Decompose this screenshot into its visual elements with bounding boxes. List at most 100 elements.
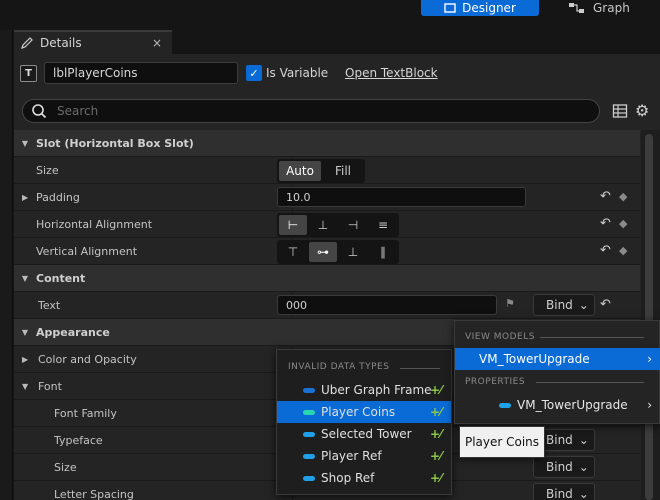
close-icon[interactable]: × (152, 36, 162, 50)
bind-label: Bind (546, 298, 573, 312)
category-title: Appearance (36, 325, 110, 339)
collapsed-arrow-icon[interactable]: ▶ (22, 193, 28, 202)
settings-gear-icon[interactable]: ⚙ (635, 102, 653, 120)
padding-input[interactable]: 10.0 (277, 187, 526, 207)
align-right-icon[interactable]: ⊣ (339, 215, 367, 235)
property-label: Horizontal Alignment (36, 217, 153, 231)
reset-arrow-icon[interactable]: ↶ (600, 189, 611, 204)
property-label: Font (38, 379, 62, 393)
menu-section-header: VIEW MODELS (465, 332, 535, 342)
variable-type-pill-icon (303, 431, 315, 437)
paint-icon[interactable]: ◆ (619, 244, 627, 257)
flag-icon[interactable]: ⚑ (505, 297, 515, 310)
property-label: Size (36, 163, 59, 177)
align-middle-icon[interactable]: ⊶ (309, 242, 337, 262)
widget-name-input[interactable]: lblPlayerCoins (44, 62, 238, 84)
view-model-item[interactable]: VM_TowerUpgrade › (455, 348, 660, 370)
menu-item-selected[interactable]: Player Coins +⁄ (277, 401, 451, 423)
halign-toggle: ⊢ ⊥ ⊣ ≡ (277, 213, 399, 237)
bind-label: Bind (546, 460, 573, 474)
collapsed-arrow-icon[interactable]: ▶ (22, 355, 28, 364)
text-value-input[interactable]: 000 (277, 295, 497, 315)
tab-title: Details (40, 36, 82, 50)
align-left-icon[interactable]: ⊢ (279, 215, 307, 235)
property-padding: ▶ Padding 10.0 ↶ ◆ (14, 184, 640, 211)
property-label: Vertical Alignment (36, 244, 138, 258)
divider (540, 337, 644, 338)
is-variable-label: Is Variable (266, 66, 329, 80)
add-binding-icon[interactable]: +⁄ (430, 405, 442, 419)
menu-item[interactable]: Uber Graph Frame +⁄ (277, 379, 451, 401)
designer-icon (444, 3, 456, 13)
expanded-arrow-icon[interactable]: ▼ (22, 382, 28, 391)
search-input[interactable]: Search (22, 99, 600, 123)
variable-type-pill-icon (303, 475, 315, 481)
expanded-arrow-icon: ▼ (21, 273, 29, 283)
divider (400, 368, 440, 369)
menu-item[interactable]: Selected Tower +⁄ (277, 423, 451, 445)
property-label: Letter Spacing (54, 487, 134, 500)
divider (536, 382, 644, 383)
align-center-icon[interactable]: ⊥ (309, 215, 337, 235)
category-content[interactable]: ▼ Content (14, 265, 640, 292)
reset-arrow-icon[interactable]: ↶ (600, 297, 611, 312)
property-item[interactable]: VM_TowerUpgrade › (455, 394, 660, 416)
add-binding-icon[interactable]: +⁄ (430, 383, 442, 397)
text-widget-icon: T (20, 65, 37, 82)
menu-section-header: PROPERTIES (465, 377, 526, 387)
add-binding-icon[interactable]: +⁄ (430, 427, 442, 441)
bind-dropdown[interactable]: Bind ⌄ (533, 294, 595, 316)
paint-icon[interactable]: ◆ (619, 217, 627, 230)
menu-item[interactable]: Shop Ref +⁄ (277, 467, 451, 489)
is-variable-checkbox[interactable]: ✓ (246, 65, 262, 81)
variable-type-pill-icon (499, 402, 511, 408)
chevron-down-icon: ⌄ (578, 433, 589, 447)
category-title: Slot (Horizontal Box Slot) (36, 136, 194, 150)
property-label: Color and Opacity (38, 352, 137, 366)
paint-icon[interactable]: ◆ (619, 190, 627, 203)
variable-type-pill-icon (303, 453, 315, 459)
search-placeholder: Search (57, 104, 99, 118)
chevron-right-icon: › (647, 352, 652, 366)
align-bottom-icon[interactable]: ⊥ (339, 242, 367, 262)
size-toggle: Auto Fill (277, 159, 365, 183)
property-label: Size (54, 460, 77, 474)
open-textblock-link[interactable]: Open TextBlock (345, 66, 438, 80)
size-fill-button[interactable]: Fill (323, 161, 363, 181)
search-icon (32, 104, 47, 119)
property-label: Typeface (54, 433, 103, 447)
graph-label: Graph (593, 1, 630, 15)
chevron-down-icon: ⌄ (578, 487, 589, 500)
add-binding-icon[interactable]: +⁄ (430, 449, 442, 463)
add-binding-icon[interactable]: +⁄ (430, 471, 442, 485)
chevron-down-icon: ⌄ (578, 298, 589, 312)
reset-arrow-icon[interactable]: ↶ (600, 243, 611, 258)
expanded-arrow-icon: ▼ (21, 327, 29, 337)
chevron-right-icon: › (647, 398, 652, 412)
scrollbar-thumb[interactable] (645, 134, 653, 500)
valign-toggle: ⊤ ⊶ ⊥ ∥ (277, 240, 399, 264)
variable-type-pill-icon (303, 409, 315, 415)
expanded-arrow-icon: ▼ (21, 138, 29, 148)
property-text: Text 000 ⚑ Bind ⌄ ↶ (14, 292, 640, 319)
size-auto-button[interactable]: Auto (279, 161, 321, 181)
menu-item[interactable]: Player Ref +⁄ (277, 445, 451, 467)
bind-label: Bind (546, 433, 573, 447)
property-label: Padding (36, 190, 80, 204)
table-view-icon[interactable] (612, 103, 628, 119)
reset-arrow-icon[interactable]: ↶ (600, 216, 611, 231)
pencil-icon (21, 37, 33, 49)
bind-dropdown[interactable]: Bind ⌄ (533, 456, 595, 478)
category-title: Content (36, 271, 86, 285)
category-slot[interactable]: ▼ Slot (Horizontal Box Slot) (14, 130, 640, 157)
left-panel-edge (0, 30, 13, 500)
bind-dropdown[interactable]: Bind ⌄ (533, 483, 595, 500)
align-fill-icon[interactable]: ≡ (369, 215, 397, 235)
menu-section-header: INVALID DATA TYPES (288, 362, 390, 372)
align-top-icon[interactable]: ⊤ (279, 242, 307, 262)
property-horizontal-alignment: Horizontal Alignment ⊢ ⊥ ⊣ ≡ ↶ ◆ (14, 211, 640, 238)
designer-button[interactable]: Designer (421, 0, 539, 16)
tab-details[interactable]: Details × (14, 30, 172, 54)
align-stretch-icon[interactable]: ∥ (369, 242, 397, 262)
graph-button[interactable]: Graph (568, 0, 638, 16)
